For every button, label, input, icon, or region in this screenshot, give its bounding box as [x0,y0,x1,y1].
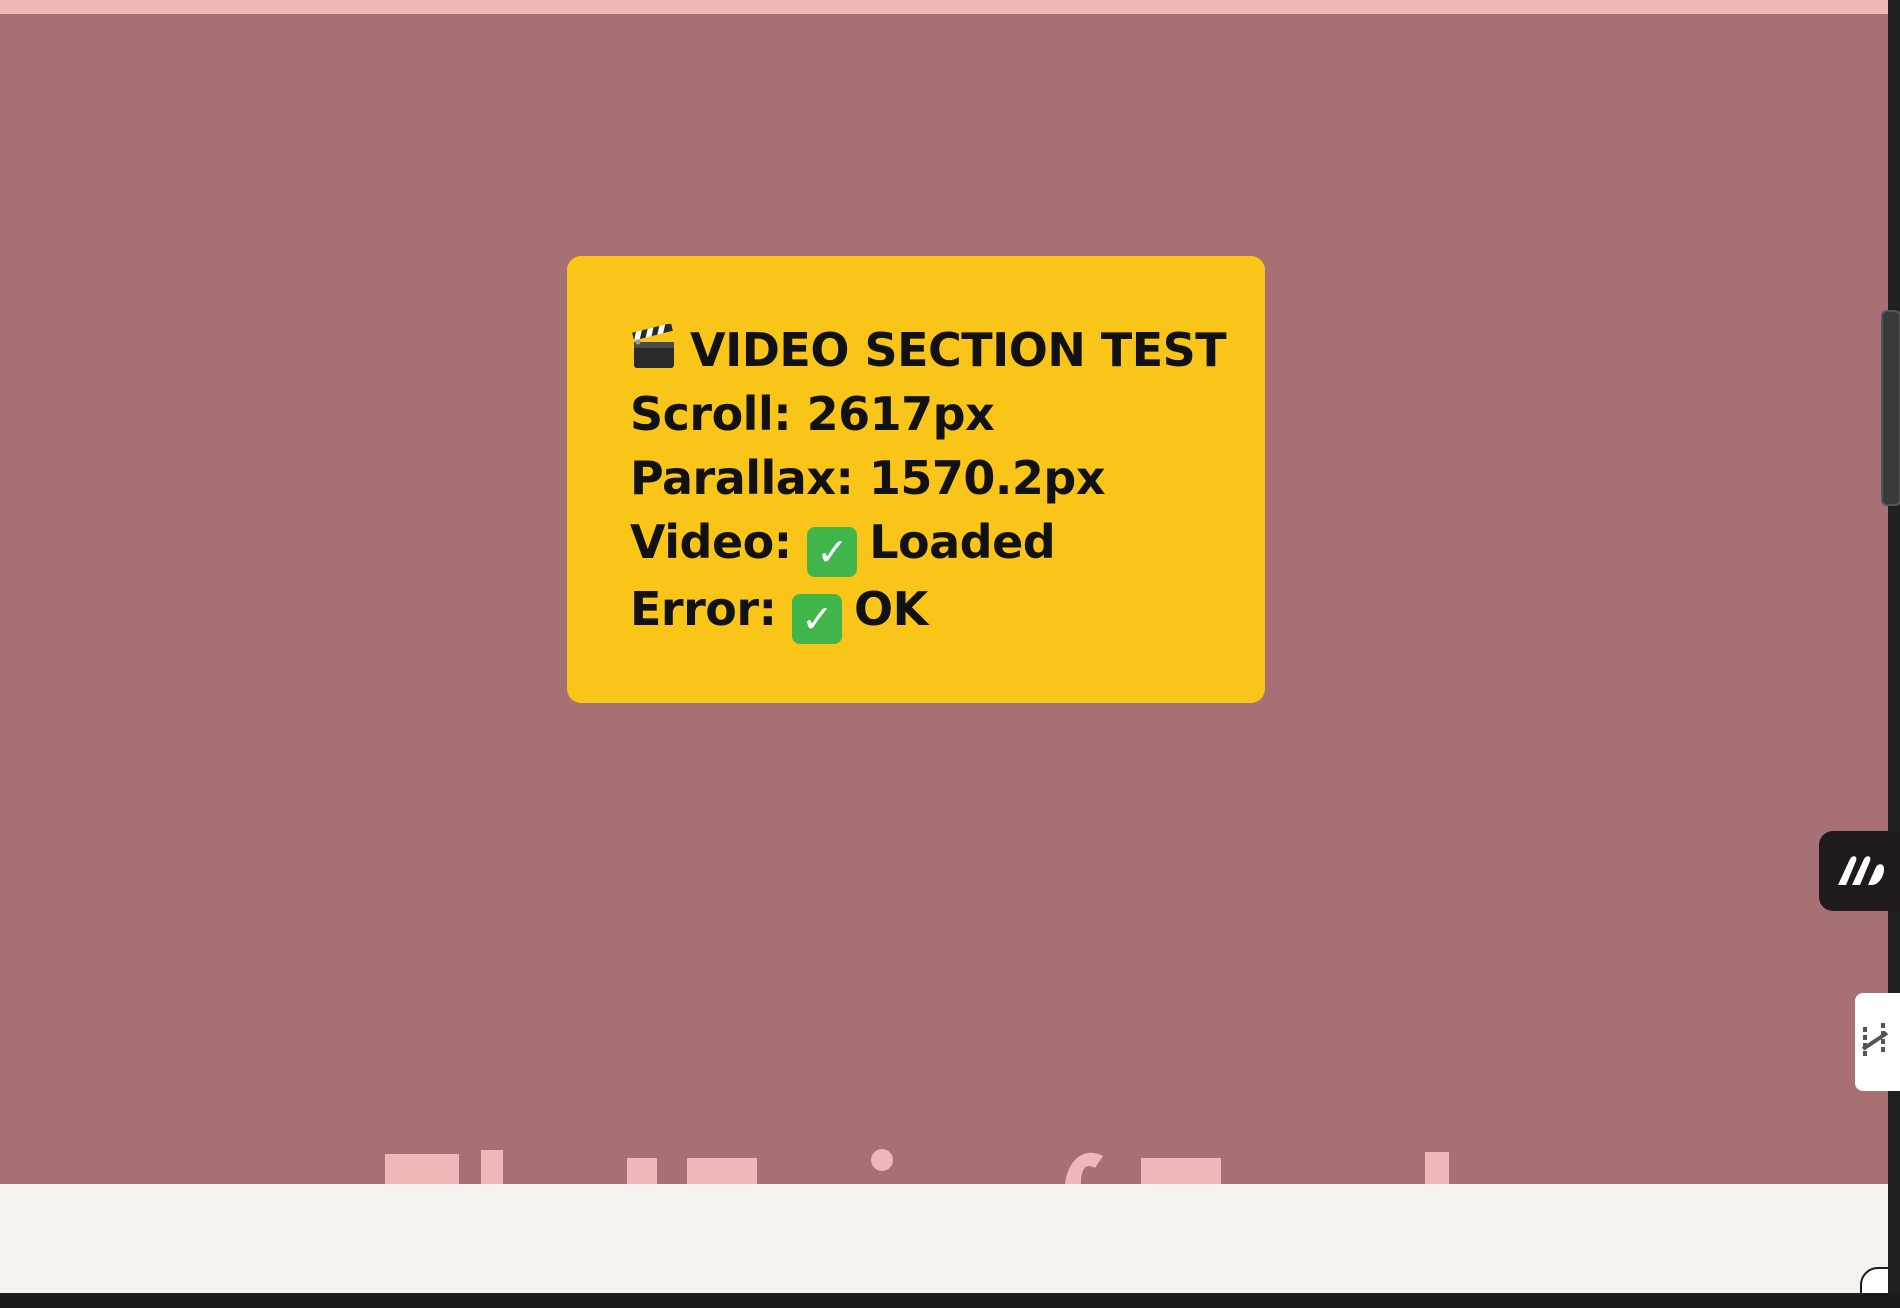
clapperboard-icon [632,324,674,368]
parallax-readout: Parallax: 1570.2px [630,451,1106,505]
error-status-row: Error: ✓ OK [630,577,1265,644]
error-status-label: Error: [630,582,777,636]
scrollbar-track[interactable] [1888,0,1900,1293]
video-status-value: Loaded [869,515,1056,569]
top-strip [0,0,1888,14]
video-status-label: Video: [630,515,792,569]
h-logo-widget[interactable] [1855,993,1900,1091]
clipped-section-headline [385,1149,1449,1184]
h-logo-icon [1861,1023,1889,1059]
error-status-value: OK [854,582,928,636]
content-band [0,1184,1888,1293]
scrollbar-thumb[interactable] [1881,310,1900,506]
debug-title: VIDEO SECTION TEST [690,323,1227,377]
video-debug-panel: VIDEO SECTION TEST Scroll: 2617px Parall… [567,256,1265,703]
video-status-row: Video: ✓ Loaded [630,510,1265,577]
check-mark-icon: ✓ [807,527,858,577]
m-logo-widget[interactable] [1819,831,1900,911]
page: VIDEO SECTION TEST Scroll: 2617px Parall… [0,0,1888,1293]
debug-title-row: VIDEO SECTION TEST [630,318,1265,382]
scroll-readout: Scroll: 2617px [630,387,995,441]
check-mark-icon: ✓ [792,594,842,644]
window-bottom-edge [0,1293,1900,1308]
m-logo-icon [1838,856,1884,885]
